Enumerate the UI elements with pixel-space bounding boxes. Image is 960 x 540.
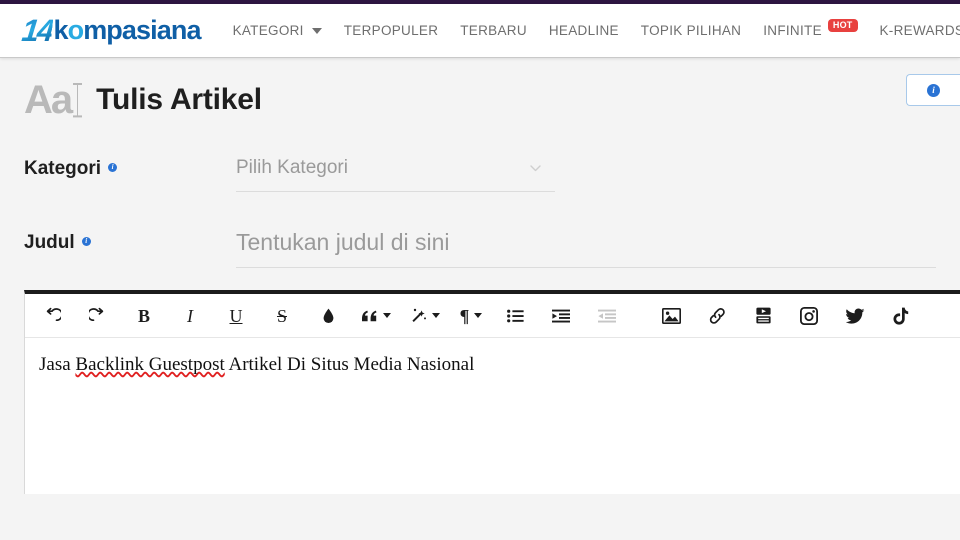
- nav-item-headline[interactable]: HEADLINE: [549, 23, 619, 38]
- chevron-down-icon: [311, 27, 322, 34]
- logo-word-part-1: k: [53, 15, 68, 45]
- kategori-select[interactable]: Pilih Kategori: [236, 144, 555, 192]
- editor-text-segment-3: Artikel Di Situs Media Nasional: [224, 354, 475, 375]
- chevron-down-icon: [474, 313, 483, 318]
- aa-glyph: Aa: [24, 78, 73, 122]
- nav-label: HEADLINE: [548, 23, 619, 38]
- indent-icon[interactable]: [548, 301, 574, 331]
- text-color-droplet-icon[interactable]: [315, 301, 341, 331]
- underline-icon[interactable]: U: [223, 301, 249, 331]
- page-content: Aa Tulis Artikel i Kategori i Pilih Kateg…: [0, 58, 960, 540]
- bullet-list-icon[interactable]: [502, 301, 528, 331]
- judul-input[interactable]: Tentukan judul di sini: [236, 218, 936, 268]
- magic-wand-icon[interactable]: [409, 301, 440, 331]
- editor-toolbar: B I U S ¶: [25, 294, 960, 338]
- article-editor: B I U S ¶ Jasa Backlink Guestpost Artike…: [24, 290, 960, 494]
- blockquote-icon[interactable]: [361, 301, 391, 331]
- embed-tiktok-icon[interactable]: [888, 301, 914, 331]
- editor-text-segment-1: Jasa: [39, 354, 76, 375]
- logo-mark-14: 14: [20, 13, 55, 48]
- italic-icon[interactable]: I: [177, 301, 203, 331]
- insert-link-icon[interactable]: [704, 301, 730, 331]
- page-title-row: Aa Tulis Artikel i: [0, 58, 960, 120]
- form-row-judul: Judul i Tentukan judul di sini: [24, 218, 960, 268]
- site-header: 14 kompasiana KATEGORI TERPOPULER TERBAR…: [0, 4, 960, 58]
- judul-info-icon[interactable]: i: [81, 237, 91, 246]
- nav-item-terpopuler[interactable]: TERPOPULER: [344, 23, 439, 38]
- kategori-label: Kategori: [24, 158, 102, 179]
- nav-item-kategori[interactable]: KATEGORI: [233, 23, 322, 38]
- bold-glyph: B: [137, 305, 150, 326]
- judul-label-wrap: Judul i: [24, 218, 236, 254]
- info-help-button[interactable]: i: [906, 74, 960, 106]
- nav-label: INFINITE: [763, 23, 822, 38]
- site-logo[interactable]: 14 kompasiana: [20, 13, 201, 48]
- redo-icon[interactable]: [85, 301, 111, 331]
- article-form: Kategori i Pilih Kategori Judul i Tentukan…: [0, 144, 960, 268]
- editor-text-misspelled: Backlink Guestpost: [75, 354, 225, 375]
- embed-youtube-icon[interactable]: [750, 301, 776, 331]
- judul-label: Judul: [24, 232, 75, 253]
- editor-content-area[interactable]: Jasa Backlink Guestpost Artikel Di Situs…: [25, 338, 960, 492]
- italic-glyph: I: [187, 305, 193, 326]
- logo-wordmark: kompasiana: [53, 15, 201, 45]
- embed-twitter-icon[interactable]: [842, 301, 868, 331]
- undo-icon[interactable]: [39, 301, 65, 331]
- logo-word-o: o: [67, 15, 84, 45]
- pilcrow-glyph: ¶: [459, 305, 470, 326]
- underline-glyph: U: [229, 305, 243, 326]
- badge-hot: HOT: [827, 19, 858, 32]
- nav-item-infinite[interactable]: INFINITE HOT: [763, 19, 858, 38]
- embed-instagram-icon[interactable]: [796, 301, 822, 331]
- nav-label: TERPOPULER: [343, 23, 439, 38]
- nav-item-terbaru[interactable]: TERBARU: [460, 23, 527, 38]
- paragraph-pilcrow-icon[interactable]: ¶: [458, 301, 484, 331]
- nav-label: KATEGORI: [232, 23, 304, 38]
- nav-label: TERBARU: [460, 23, 527, 38]
- kategori-info-icon[interactable]: i: [108, 163, 118, 172]
- insert-image-icon[interactable]: [658, 301, 684, 331]
- info-icon: i: [927, 83, 940, 97]
- strikethrough-icon[interactable]: S: [269, 301, 295, 331]
- nav-label: TOPIK PILIHAN: [640, 23, 742, 38]
- outdent-icon[interactable]: [594, 301, 620, 331]
- kategori-label-wrap: Kategori i: [24, 144, 236, 180]
- nav-item-k-rewards[interactable]: K-REWARDS: [880, 23, 960, 38]
- form-row-kategori: Kategori i Pilih Kategori: [24, 144, 960, 192]
- strikethrough-glyph: S: [276, 305, 287, 326]
- chevron-down-icon: [432, 313, 440, 318]
- chevron-down-icon: [383, 313, 391, 318]
- text-format-aa-icon: Aa: [24, 78, 83, 122]
- nav-label: K-REWARDS: [879, 23, 960, 38]
- chevron-down-icon: [530, 163, 541, 174]
- page-title: Tulis Artikel: [96, 83, 262, 116]
- main-navigation: KATEGORI TERPOPULER TERBARU HEADLINE TOP…: [233, 4, 960, 57]
- kategori-placeholder: Pilih Kategori: [236, 156, 348, 178]
- text-cursor-icon: [73, 83, 83, 117]
- judul-placeholder: Tentukan judul di sini: [236, 229, 450, 255]
- logo-word-part-2: mpasiana: [83, 15, 201, 45]
- bold-icon[interactable]: B: [131, 301, 157, 331]
- nav-item-topik-pilihan[interactable]: TOPIK PILIHAN: [641, 23, 741, 38]
- editor-paragraph: Jasa Backlink Guestpost Artikel Di Situs…: [39, 352, 944, 378]
